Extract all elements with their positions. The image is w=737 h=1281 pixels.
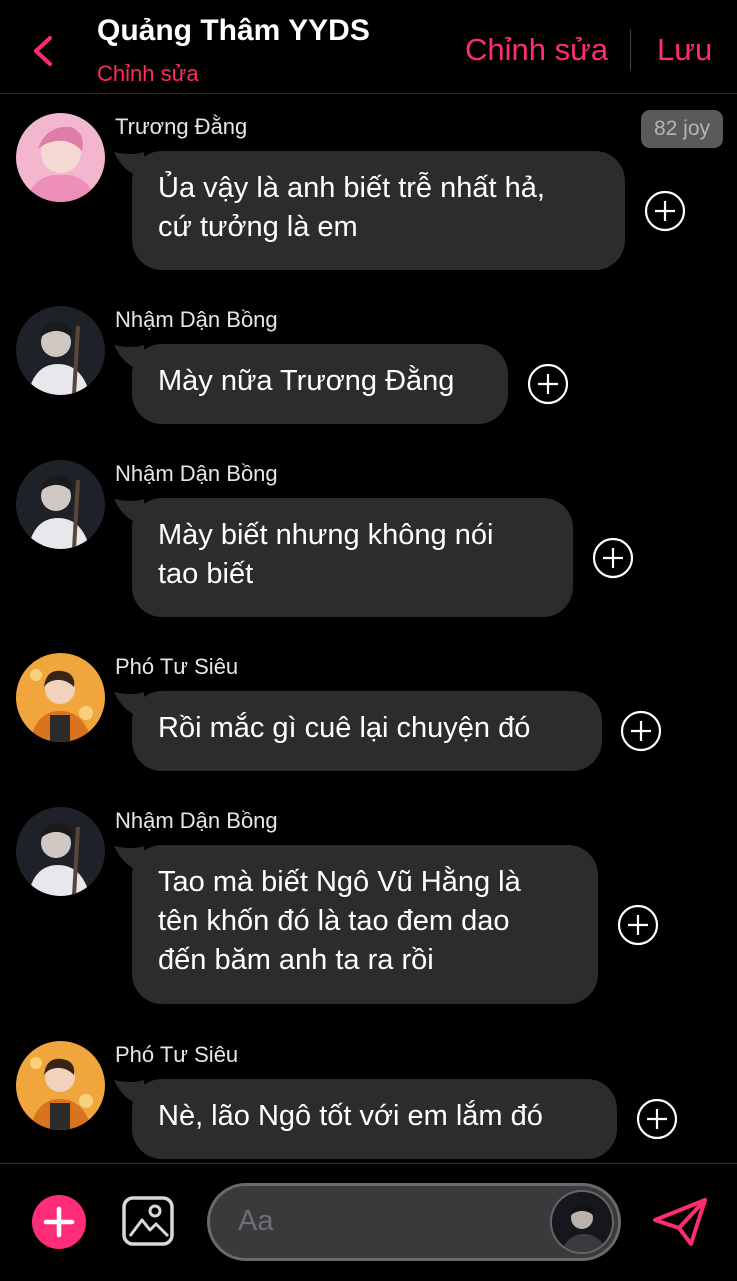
message-bubble[interactable]: Ủa vậy là anh biết trễ nhất hả, cứ tưởng…: [132, 151, 625, 270]
send-icon[interactable]: [651, 1196, 709, 1248]
joy-badge: 82 joy: [641, 110, 723, 148]
avatar[interactable]: [16, 1041, 105, 1130]
avatar[interactable]: [16, 460, 105, 549]
message-text-line: Mày nữa Trương Đằng: [158, 365, 455, 397]
avatar[interactable]: [16, 807, 105, 896]
message-text-line: Rồi mắc gì cuê lại chuyện đó: [158, 712, 531, 744]
add-reaction-icon[interactable]: [636, 1098, 678, 1140]
chat-subtitle[interactable]: Chỉnh sửa: [97, 61, 199, 87]
avatar[interactable]: [16, 306, 105, 395]
message-bubble[interactable]: Mày nữa Trương Đằng: [132, 344, 508, 424]
add-button[interactable]: [32, 1195, 86, 1249]
message-text-line: Nè, lão Ngô tốt với em lắm đó: [158, 1100, 543, 1132]
add-reaction-icon[interactable]: [620, 710, 662, 752]
message-bubble[interactable]: Nè, lão Ngô tốt với em lắm đó: [132, 1079, 617, 1159]
message-text-line: đến băm anh ta ra rồi: [158, 944, 434, 976]
header-divider: [630, 30, 631, 70]
message-bubble[interactable]: Tao mà biết Ngô Vũ Hằng là tên khốn đó l…: [132, 845, 598, 1004]
avatar[interactable]: [16, 653, 105, 742]
sender-name: Phó Tư Siêu: [115, 1042, 239, 1067]
add-reaction-icon[interactable]: [644, 190, 686, 232]
message-text-line: cứ tưởng là em: [158, 211, 358, 243]
add-reaction-icon[interactable]: [592, 537, 634, 579]
message-text-line: Ủa vậy là anh biết trễ nhất hả,: [158, 172, 545, 204]
plus-icon: [43, 1206, 75, 1238]
add-reaction-icon[interactable]: [617, 904, 659, 946]
save-button[interactable]: Lưu: [657, 32, 712, 68]
sender-name: Nhậm Dận Bồng: [115, 808, 278, 833]
avatar[interactable]: [16, 113, 105, 202]
sender-name: Phó Tư Siêu: [115, 654, 239, 679]
message-bubble[interactable]: Rồi mắc gì cuê lại chuyện đó: [132, 691, 602, 771]
sender-name: Trương Đằng: [115, 114, 248, 139]
add-reaction-icon[interactable]: [527, 363, 569, 405]
message-bubble[interactable]: Mày biết nhưng không nói tao biết: [132, 498, 573, 617]
input-avatar[interactable]: [550, 1190, 614, 1254]
message-text-line: tao biết: [158, 558, 254, 590]
back-chevron-icon[interactable]: [28, 34, 58, 68]
sender-name: Nhậm Dận Bồng: [115, 461, 278, 486]
message-text-line: Mày biết nhưng không nói: [158, 519, 494, 551]
gallery-icon[interactable]: [122, 1196, 174, 1246]
edit-button[interactable]: Chỉnh sửa: [465, 32, 608, 68]
message-text-line: Tao mà biết Ngô Vũ Hằng là: [158, 866, 521, 898]
message-text-line: tên khốn đó là tao đem dao: [158, 905, 510, 937]
chat-title: Quảng Thâm YYDS: [97, 14, 370, 47]
message-input-placeholder: Aa: [238, 1205, 274, 1237]
sender-name: Nhậm Dận Bồng: [115, 307, 278, 332]
